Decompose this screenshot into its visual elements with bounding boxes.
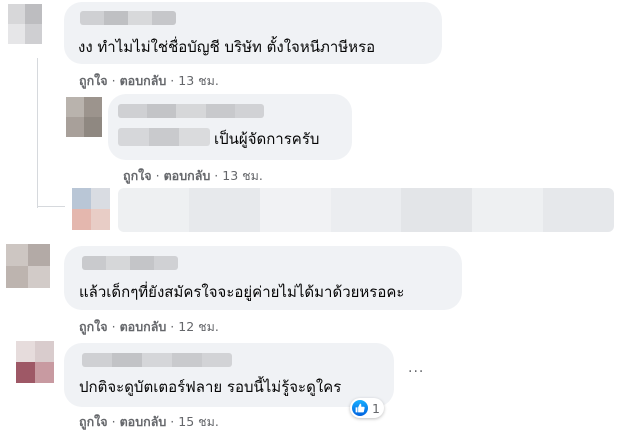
commenter-name-blurred[interactable] (82, 256, 178, 270)
comment-text: แล้วเด็กๆที่ยังสมัครใจจะอยู่ค่ายไม่ได้มา… (79, 283, 405, 301)
comment-timestamp[interactable]: 12 ชม. (178, 319, 219, 334)
commenter-name-blurred[interactable] (82, 353, 232, 367)
reply-actions: ถูกใจ · ตอบกลับ · 13 ชม. (123, 166, 263, 186)
reply-thread-connector (37, 206, 65, 207)
reaction-count: 1 (372, 400, 380, 416)
comment-timestamp[interactable]: 15 ชม. (178, 414, 219, 429)
more-options-icon[interactable]: ··· (408, 364, 424, 380)
comment-actions: ถูกใจ · ตอบกลับ · 12 ชม. (79, 317, 219, 337)
comment-actions: ถูกใจ · ตอบกลับ · 15 ชม. (79, 412, 219, 432)
separator: · (214, 168, 219, 183)
like-button[interactable]: ถูกใจ (79, 319, 108, 334)
separator: · (111, 73, 116, 88)
reply-text: เป็นผู้จัดการครับ (214, 130, 320, 148)
reply-name-blurred[interactable] (118, 104, 264, 118)
separator: · (111, 319, 116, 334)
reply-button[interactable]: ตอบกลับ (120, 319, 167, 334)
reply-button[interactable]: ตอบกลับ (164, 168, 211, 183)
reply-button[interactable]: ตอบกลับ (120, 73, 167, 88)
separator: · (170, 414, 175, 429)
comment-actions: ถูกใจ · ตอบกลับ · 13 ชม. (79, 71, 219, 91)
reply-button[interactable]: ตอบกลับ (120, 414, 167, 429)
like-button[interactable]: ถูกใจ (79, 73, 108, 88)
commenter-avatar[interactable] (6, 244, 50, 288)
current-user-avatar (72, 188, 110, 230)
commenter-name-blurred[interactable] (80, 11, 176, 25)
commenter-avatar[interactable] (8, 4, 42, 44)
separator: · (170, 319, 175, 334)
comment-text: งง ทำไมไม่ใช่ชื่อบัญชี บริษัท ตั้งใจหนีภ… (78, 38, 376, 56)
reply-avatar[interactable] (66, 97, 102, 137)
reply-input-blurred[interactable] (118, 188, 614, 232)
reply-timestamp[interactable]: 13 ชม. (222, 168, 263, 183)
like-icon (352, 400, 368, 416)
like-button[interactable]: ถูกใจ (123, 168, 152, 183)
comment-text: ปกติจะดูบัตเตอร์ฟลาย รอบนี้ไม่รู้จะดูใคร (79, 378, 342, 396)
reply-thread-line (37, 58, 38, 208)
separator: · (170, 73, 175, 88)
commenter-avatar[interactable] (16, 341, 54, 383)
like-button[interactable]: ถูกใจ (79, 414, 108, 429)
reply-text-blurred (118, 128, 210, 146)
separator: · (155, 168, 160, 183)
reaction-summary[interactable]: 1 (350, 398, 384, 418)
comment-timestamp[interactable]: 13 ชม. (178, 73, 219, 88)
separator: · (111, 414, 116, 429)
